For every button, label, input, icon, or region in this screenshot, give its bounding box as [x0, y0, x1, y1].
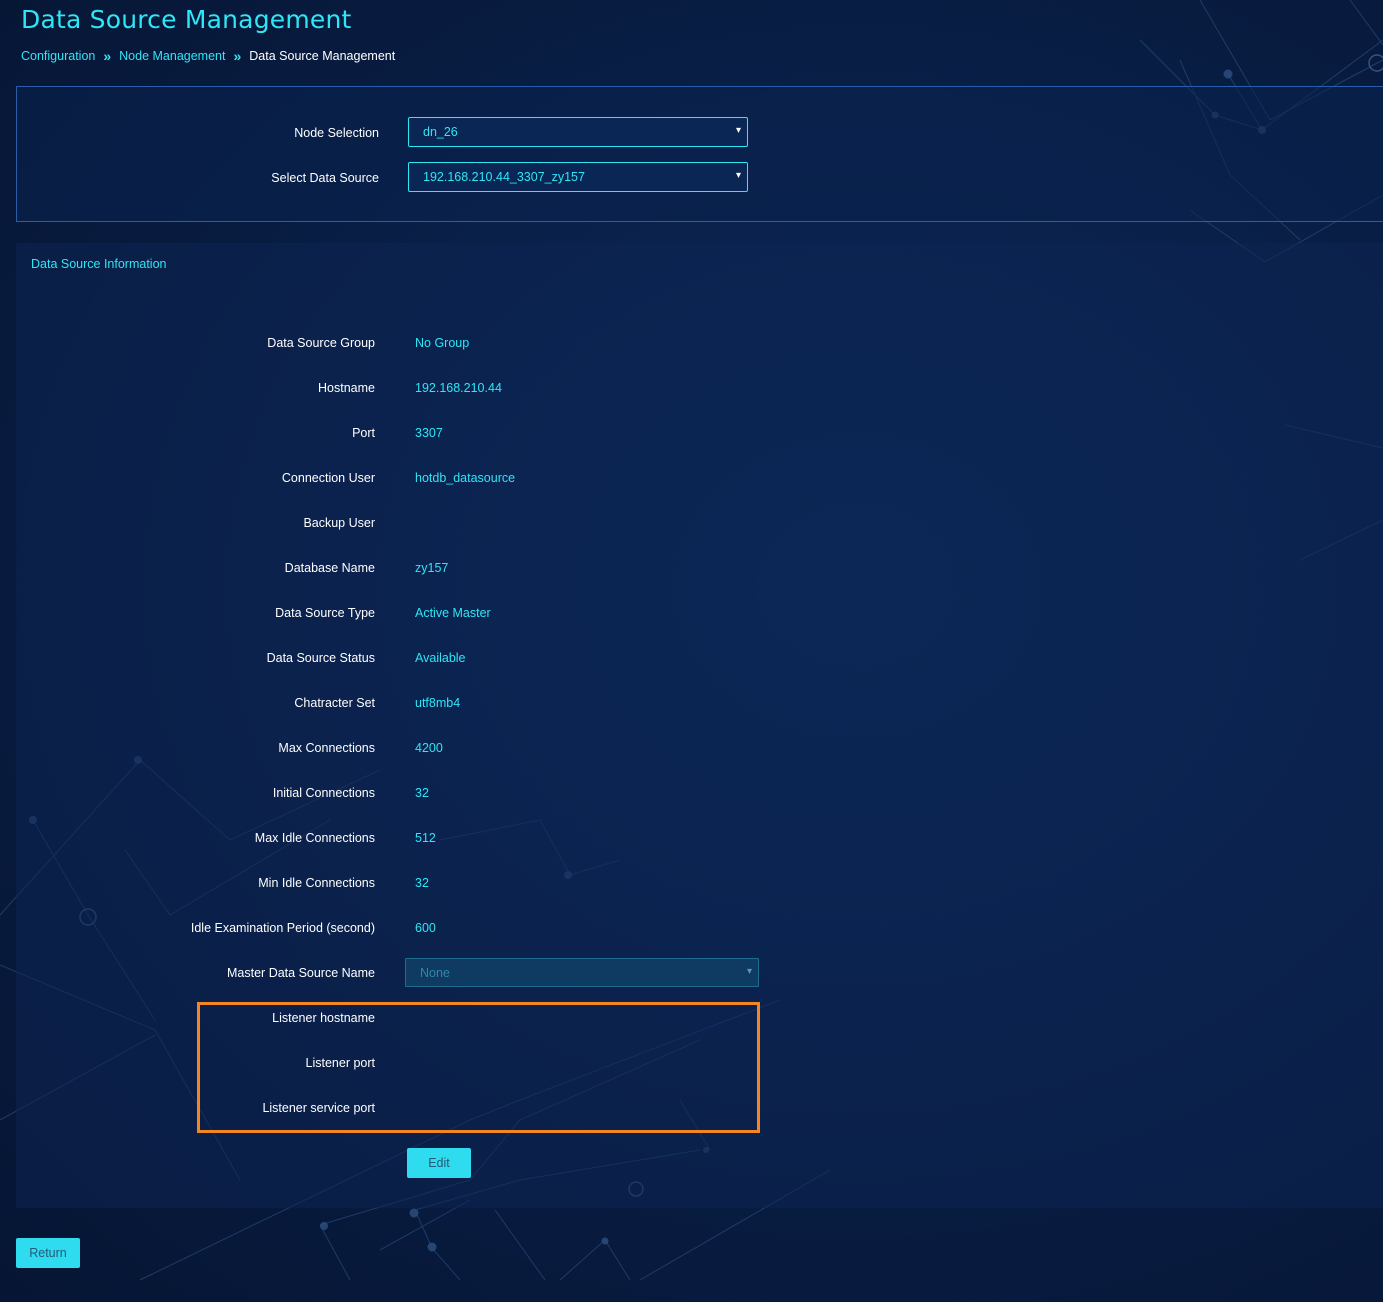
listener-hostname-label: Listener hostname	[272, 1011, 375, 1025]
node-selection-value: dn_26	[423, 125, 458, 139]
idle-examination-period-value: 600	[415, 921, 436, 935]
chevron-down-icon: ▾	[735, 170, 741, 181]
data-source-info-panel: Data Source Information Data Source Grou…	[16, 243, 1383, 1208]
connection-user-value: hotdb_datasource	[415, 471, 516, 485]
idle-examination-period-label: Idle Examination Period (second)	[190, 921, 375, 935]
data-source-status-label: Data Source Status	[266, 651, 375, 665]
max-connections-label: Max Connections	[278, 741, 375, 755]
selection-panel: Node Selection dn_26 ▾ Select Data Sourc…	[16, 86, 1383, 222]
breadcrumb-configuration-link[interactable]: Configuration	[21, 49, 95, 63]
chevron-down-icon: ▾	[735, 125, 741, 136]
edit-button[interactable]: Edit	[407, 1148, 471, 1178]
min-idle-connections-value: 32	[415, 876, 429, 890]
data-source-type-value: Active Master	[415, 606, 491, 620]
backup-user-label: Backup User	[303, 516, 375, 530]
max-idle-connections-value: 512	[415, 831, 436, 845]
min-idle-connections-label: Min Idle Connections	[258, 876, 375, 890]
data-source-group-value: No Group	[415, 336, 470, 350]
master-data-source-name-label: Master Data Source Name	[227, 966, 375, 980]
data-source-dropdown[interactable]: 192.168.210.44_3307_zy157 ▾	[408, 162, 748, 192]
database-name-value: zy157	[415, 561, 449, 575]
listener-service-port-label: Listener service port	[262, 1101, 375, 1115]
max-connections-value: 4200	[415, 741, 443, 755]
select-data-source-label: Select Data Source	[271, 171, 379, 185]
database-name-label: Database Name	[284, 561, 375, 575]
initial-connections-value: 32	[415, 786, 429, 800]
connection-user-label: Connection User	[281, 471, 375, 485]
master-data-source-dropdown[interactable]: None ▾	[405, 958, 759, 987]
breadcrumb: Configuration » Node Management » Data S…	[21, 48, 395, 64]
return-button[interactable]: Return	[16, 1238, 80, 1268]
hostname-value: 192.168.210.44	[415, 381, 502, 395]
chevron-down-icon: ▾	[746, 966, 752, 977]
breadcrumb-separator-icon: »	[103, 48, 112, 64]
breadcrumb-node-management-link[interactable]: Node Management	[119, 49, 225, 63]
character-set-label: Chatracter Set	[294, 696, 375, 710]
hostname-label: Hostname	[318, 381, 375, 395]
node-selection-dropdown[interactable]: dn_26 ▾	[408, 117, 748, 147]
breadcrumb-separator-icon: »	[233, 48, 242, 64]
port-value: 3307	[415, 426, 443, 440]
character-set-value: utf8mb4	[415, 696, 461, 710]
listener-port-label: Listener port	[305, 1056, 375, 1070]
page-title: Data Source Management	[21, 5, 352, 34]
port-label: Port	[352, 426, 375, 440]
node-selection-label: Node Selection	[294, 126, 379, 140]
initial-connections-label: Initial Connections	[272, 786, 375, 800]
data-source-type-label: Data Source Type	[275, 606, 375, 620]
data-source-value: 192.168.210.44_3307_zy157	[423, 170, 585, 184]
master-data-source-value: None	[420, 966, 450, 980]
breadcrumb-current-page: Data Source Management	[249, 49, 396, 63]
data-source-group-label: Data Source Group	[267, 336, 375, 350]
max-idle-connections-label: Max Idle Connections	[254, 831, 375, 845]
section-title: Data Source Information	[31, 257, 167, 271]
data-source-status-value: Available	[415, 651, 466, 665]
